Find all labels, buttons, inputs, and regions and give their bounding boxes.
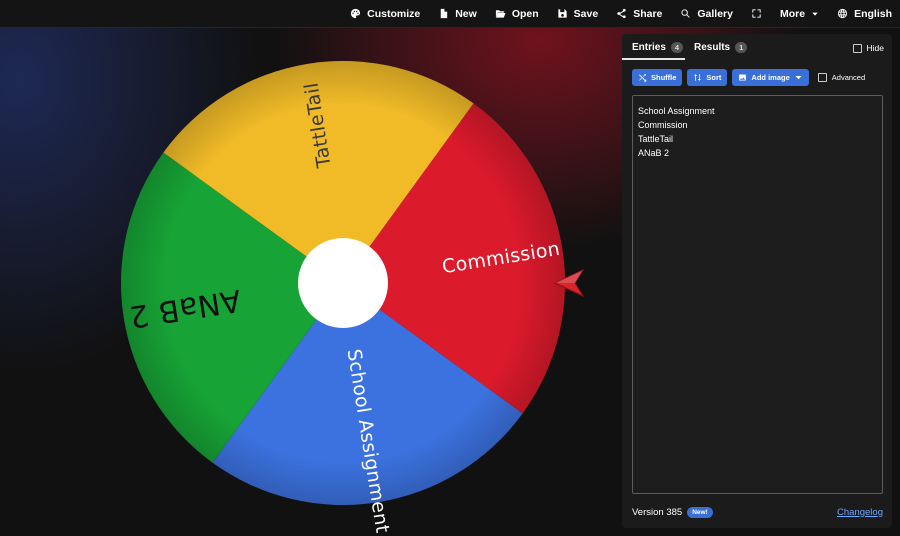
add-image-label: Add image <box>751 73 790 82</box>
advanced-checkbox[interactable]: Advanced <box>817 73 866 82</box>
gallery-button[interactable]: Gallery <box>680 8 733 20</box>
save-label: Save <box>573 7 599 20</box>
shuffle-button[interactable]: Shuffle <box>632 69 683 86</box>
new-label: New <box>455 7 477 20</box>
shuffle-label: Shuffle <box>651 73 677 82</box>
fullscreen-button[interactable] <box>751 8 762 19</box>
sort-icon <box>694 74 702 81</box>
customize-button[interactable]: Customize <box>350 8 420 20</box>
wheel-pointer-arrow <box>553 268 585 298</box>
top-navigation-bar: Customize New Open Save Share Gallery Mo… <box>0 0 900 28</box>
chevron-down-icon <box>812 12 818 16</box>
new-button[interactable]: New <box>438 8 477 20</box>
fullscreen-icon <box>752 9 761 18</box>
version-text: Version 385 <box>632 506 683 518</box>
language-button[interactable]: English <box>837 8 892 20</box>
hide-checkbox-box[interactable] <box>852 43 862 53</box>
entries-toolbar: Shuffle Sort Add image Advanced <box>632 69 865 86</box>
more-label: More <box>779 7 806 20</box>
palette-icon <box>351 8 361 19</box>
share-icon <box>617 8 626 19</box>
image-icon <box>739 74 747 81</box>
shuffle-icon <box>639 74 647 82</box>
open-label: Open <box>511 7 539 20</box>
panel-footer: Version 385 New! Changelog <box>632 505 883 519</box>
advanced-label: Advanced <box>831 73 866 82</box>
share-label: Share <box>633 7 663 20</box>
new-file-icon <box>440 8 448 19</box>
hide-checkbox[interactable]: Hide <box>852 43 884 53</box>
tab-entries-label: Entries <box>632 42 666 53</box>
results-count-badge: 1 <box>735 42 748 53</box>
entries-textarea[interactable]: School Assignment Commission TattleTail … <box>632 95 883 494</box>
tab-results-label: Results <box>694 42 731 53</box>
save-button[interactable]: Save <box>557 7 599 20</box>
share-button[interactable]: Share <box>616 8 662 20</box>
entry-line: ANaB 2 <box>638 148 670 158</box>
entry-line: School Assignment <box>638 106 715 116</box>
wheel-center-hub[interactable] <box>298 238 388 328</box>
active-tab-indicator <box>622 58 685 60</box>
advanced-checkbox-box[interactable] <box>817 73 827 82</box>
globe-icon <box>837 8 848 19</box>
entry-line: TattleTail <box>638 134 674 144</box>
entries-panel: Entries 4 Results 1 Hide Shuffle Sort Ad… <box>622 34 892 528</box>
new-badge: New! <box>687 506 713 518</box>
add-image-button[interactable]: Add image <box>732 69 809 86</box>
gallery-label: Gallery <box>697 7 733 20</box>
folder-open-icon <box>495 10 506 18</box>
language-label: English <box>854 7 892 20</box>
spinning-wheel[interactable]: Commission School Assignment ANaB 2 TattleT… <box>118 58 568 535</box>
search-icon <box>681 9 691 18</box>
tab-entries[interactable]: Entries 4 <box>632 42 684 53</box>
sort-button[interactable]: Sort <box>687 69 728 86</box>
sort-label: Sort <box>706 73 722 82</box>
panel-tabs: Entries 4 Results 1 Hide <box>622 34 892 60</box>
changelog-link[interactable]: Changelog <box>837 507 883 518</box>
entries-count-badge: 4 <box>670 42 684 53</box>
save-icon <box>558 9 567 18</box>
chevron-down-icon <box>795 76 802 80</box>
hide-label: Hide <box>866 43 884 53</box>
entry-line: Commission <box>638 120 688 130</box>
tab-results[interactable]: Results 1 <box>694 42 748 53</box>
more-menu-button[interactable]: More <box>780 8 819 20</box>
customize-label: Customize <box>367 7 421 20</box>
wheel-graphic[interactable]: CommissionSchool AssignmentANaB 2TattleT… <box>118 58 568 535</box>
open-button[interactable]: Open <box>495 8 539 20</box>
